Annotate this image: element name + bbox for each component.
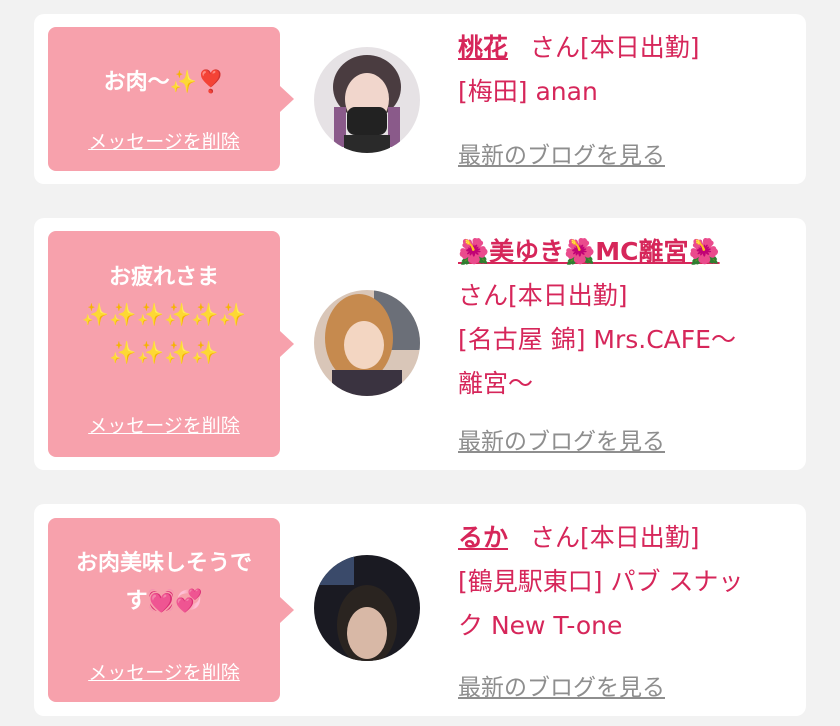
delete-message-link[interactable]: メッセージを削除 [48,658,280,685]
message-line: ✨✨✨✨✨✨ [81,303,247,328]
message-line: ✨✨✨✨ [109,341,219,366]
profile-info: 桃花 さん[本日出勤] [梅田] anan [458,26,788,114]
latest-blog-link[interactable]: 最新のブログを見る [458,136,665,170]
latest-blog-link[interactable]: 最新のブログを見る [458,668,665,702]
message-bubble: お肉美味しそうで す💓💞 メッセージを削除 [48,518,280,702]
message-text: お疲れさま ✨✨✨✨✨✨ ✨✨✨✨ [56,259,272,373]
profile-name-link[interactable]: 桃花 [458,33,508,62]
message-bubble: お肉〜✨❣️ メッセージを削除 [48,27,280,171]
status-text: さん[本日出勤] [458,281,628,310]
shop-text: 離宮〜 [458,369,534,398]
profile-name-link[interactable]: 🌺美ゆき🌺MC離宮🌺 [458,237,720,266]
message-line: お疲れさま [108,265,219,290]
delete-message-link[interactable]: メッセージを削除 [48,127,280,154]
profile-info: るか さん[本日出勤] [鶴見駅東口] パブ スナッ ク New T-one [458,516,788,648]
shop-text: ク New T-one [458,611,623,640]
message-text: お肉〜✨❣️ [103,70,225,95]
message-text: お肉美味しそうで す💓💞 [56,545,272,621]
shop-text: [梅田] anan [458,77,598,106]
message-card: お疲れさま ✨✨✨✨✨✨ ✨✨✨✨ メッセージを削除 🌺美ゆき🌺MC離宮🌺 さん… [34,218,806,470]
shop-text: [名古屋 錦] Mrs.CAFE〜 [458,325,736,354]
shop-text: [鶴見駅東口] パブ スナッ [458,567,744,596]
profile-info: 🌺美ゆき🌺MC離宮🌺 さん[本日出勤] [名古屋 錦] Mrs.CAFE〜 離宮… [458,230,788,406]
message-bubble: お疲れさま ✨✨✨✨✨✨ ✨✨✨✨ メッセージを削除 [48,231,280,457]
message-line: す💓💞 [125,589,203,614]
avatar[interactable] [314,555,420,661]
profile-name-link[interactable]: るか [458,523,508,552]
message-card: お肉〜✨❣️ メッセージを削除 桃花 さん[本日出勤] [梅田] anan 最新の… [34,14,806,184]
status-text: さん[本日出勤] [530,33,700,62]
avatar[interactable] [314,47,420,153]
delete-message-link[interactable]: メッセージを削除 [48,411,280,438]
message-line: お肉美味しそうで [75,551,252,576]
latest-blog-link[interactable]: 最新のブログを見る [458,422,665,456]
avatar[interactable] [314,290,420,396]
status-text: さん[本日出勤] [530,523,700,552]
message-card: お肉美味しそうで す💓💞 メッセージを削除 るか さん[本日出勤] [鶴見駅東口]… [34,504,806,716]
